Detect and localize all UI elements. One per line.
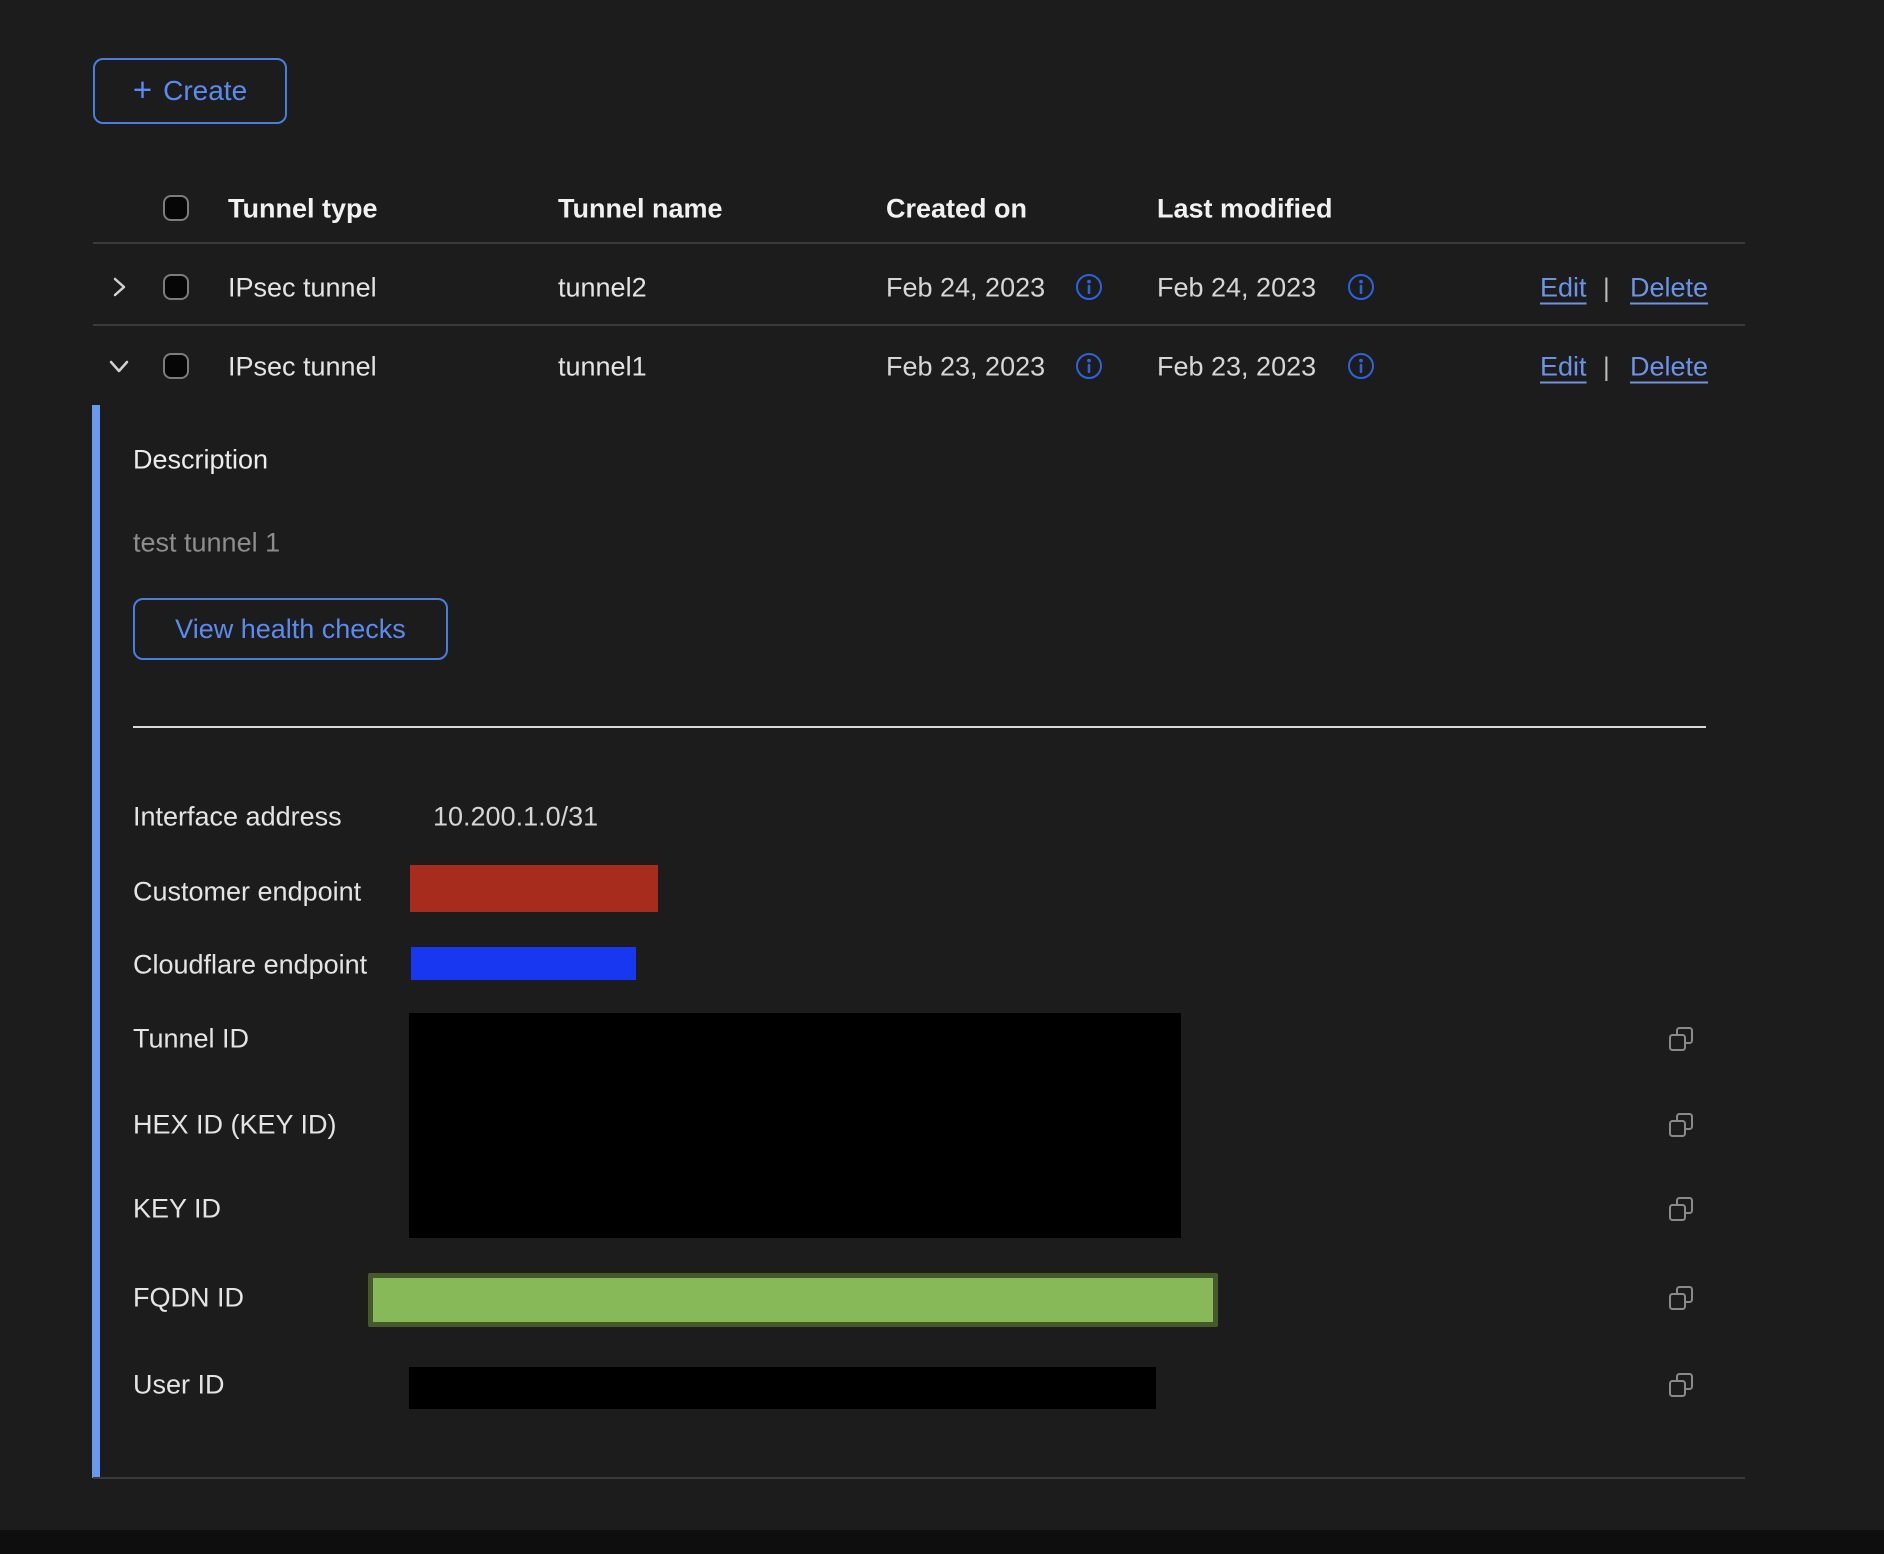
info-icon[interactable] — [1075, 352, 1103, 380]
action-separator: | — [1603, 352, 1610, 383]
row-checkbox-tunnel1[interactable] — [163, 353, 189, 379]
edit-link-tunnel2[interactable]: Edit — [1540, 273, 1587, 304]
view-health-checks-label: View health checks — [175, 614, 406, 645]
row-divider — [93, 324, 1745, 326]
copy-icon-fqdn-id[interactable] — [1666, 1283, 1696, 1313]
cell-tunnel-name: tunnel2 — [558, 273, 647, 304]
description-label: Description — [133, 445, 268, 476]
field-label-customer-endpoint: Customer endpoint — [133, 877, 361, 908]
field-label-fqdn-id: FQDN ID — [133, 1283, 244, 1314]
header-divider — [93, 242, 1745, 244]
cell-tunnel-type: IPsec tunnel — [228, 273, 377, 304]
info-icon[interactable] — [1347, 273, 1375, 301]
cell-last-modified: Feb 23, 2023 — [1157, 352, 1316, 383]
cell-created-on: Feb 23, 2023 — [886, 352, 1045, 383]
create-button[interactable]: + Create — [93, 58, 287, 124]
field-value-interface-address: 10.200.1.0/31 — [433, 802, 598, 833]
column-header-tunnel-name: Tunnel name — [558, 194, 723, 225]
field-label-hex-id: HEX ID (KEY ID) — [133, 1110, 337, 1141]
field-label-cloudflare-endpoint: Cloudflare endpoint — [133, 950, 367, 981]
table-bottom-border — [93, 1477, 1745, 1479]
column-header-last-modified: Last modified — [1157, 194, 1333, 225]
plus-icon: + — [133, 73, 152, 106]
delete-link-tunnel2[interactable]: Delete — [1630, 273, 1708, 304]
create-button-label: Create — [163, 75, 247, 107]
redacted-tunnel-ids-block — [409, 1013, 1181, 1238]
description-value: test tunnel 1 — [133, 528, 280, 559]
field-label-interface-address: Interface address — [133, 802, 342, 833]
select-all-checkbox[interactable] — [163, 195, 189, 221]
redacted-customer-endpoint — [410, 865, 658, 912]
info-icon[interactable] — [1075, 273, 1103, 301]
field-label-tunnel-id: Tunnel ID — [133, 1024, 249, 1055]
redacted-user-id — [409, 1367, 1156, 1409]
edit-link-tunnel1[interactable]: Edit — [1540, 352, 1587, 383]
section-divider — [133, 726, 1706, 728]
cell-last-modified: Feb 24, 2023 — [1157, 273, 1316, 304]
info-icon[interactable] — [1347, 352, 1375, 380]
page-bottom-strip — [0, 1530, 1884, 1554]
copy-icon-user-id[interactable] — [1666, 1370, 1696, 1400]
row-checkbox-tunnel2[interactable] — [163, 274, 189, 300]
tunnels-page: + Create Tunnel type Tunnel name Created… — [0, 0, 1884, 1554]
delete-link-tunnel1[interactable]: Delete — [1630, 352, 1708, 383]
cell-tunnel-type: IPsec tunnel — [228, 352, 377, 383]
collapse-chevron-down-icon[interactable] — [105, 352, 133, 380]
redacted-cloudflare-endpoint — [411, 947, 636, 980]
action-separator: | — [1603, 273, 1610, 304]
expanded-row-accent-bar — [92, 405, 100, 1478]
column-header-created-on: Created on — [886, 194, 1027, 225]
column-header-tunnel-type: Tunnel type — [228, 194, 378, 225]
copy-icon-key-id[interactable] — [1666, 1194, 1696, 1224]
expand-chevron-right-icon[interactable] — [105, 273, 133, 301]
view-health-checks-button[interactable]: View health checks — [133, 598, 448, 660]
copy-icon-hex-id[interactable] — [1666, 1110, 1696, 1140]
redacted-fqdn-id — [368, 1273, 1218, 1327]
cell-created-on: Feb 24, 2023 — [886, 273, 1045, 304]
field-label-key-id: KEY ID — [133, 1194, 221, 1225]
copy-icon-tunnel-id[interactable] — [1666, 1024, 1696, 1054]
field-label-user-id: User ID — [133, 1370, 225, 1401]
cell-tunnel-name: tunnel1 — [558, 352, 647, 383]
